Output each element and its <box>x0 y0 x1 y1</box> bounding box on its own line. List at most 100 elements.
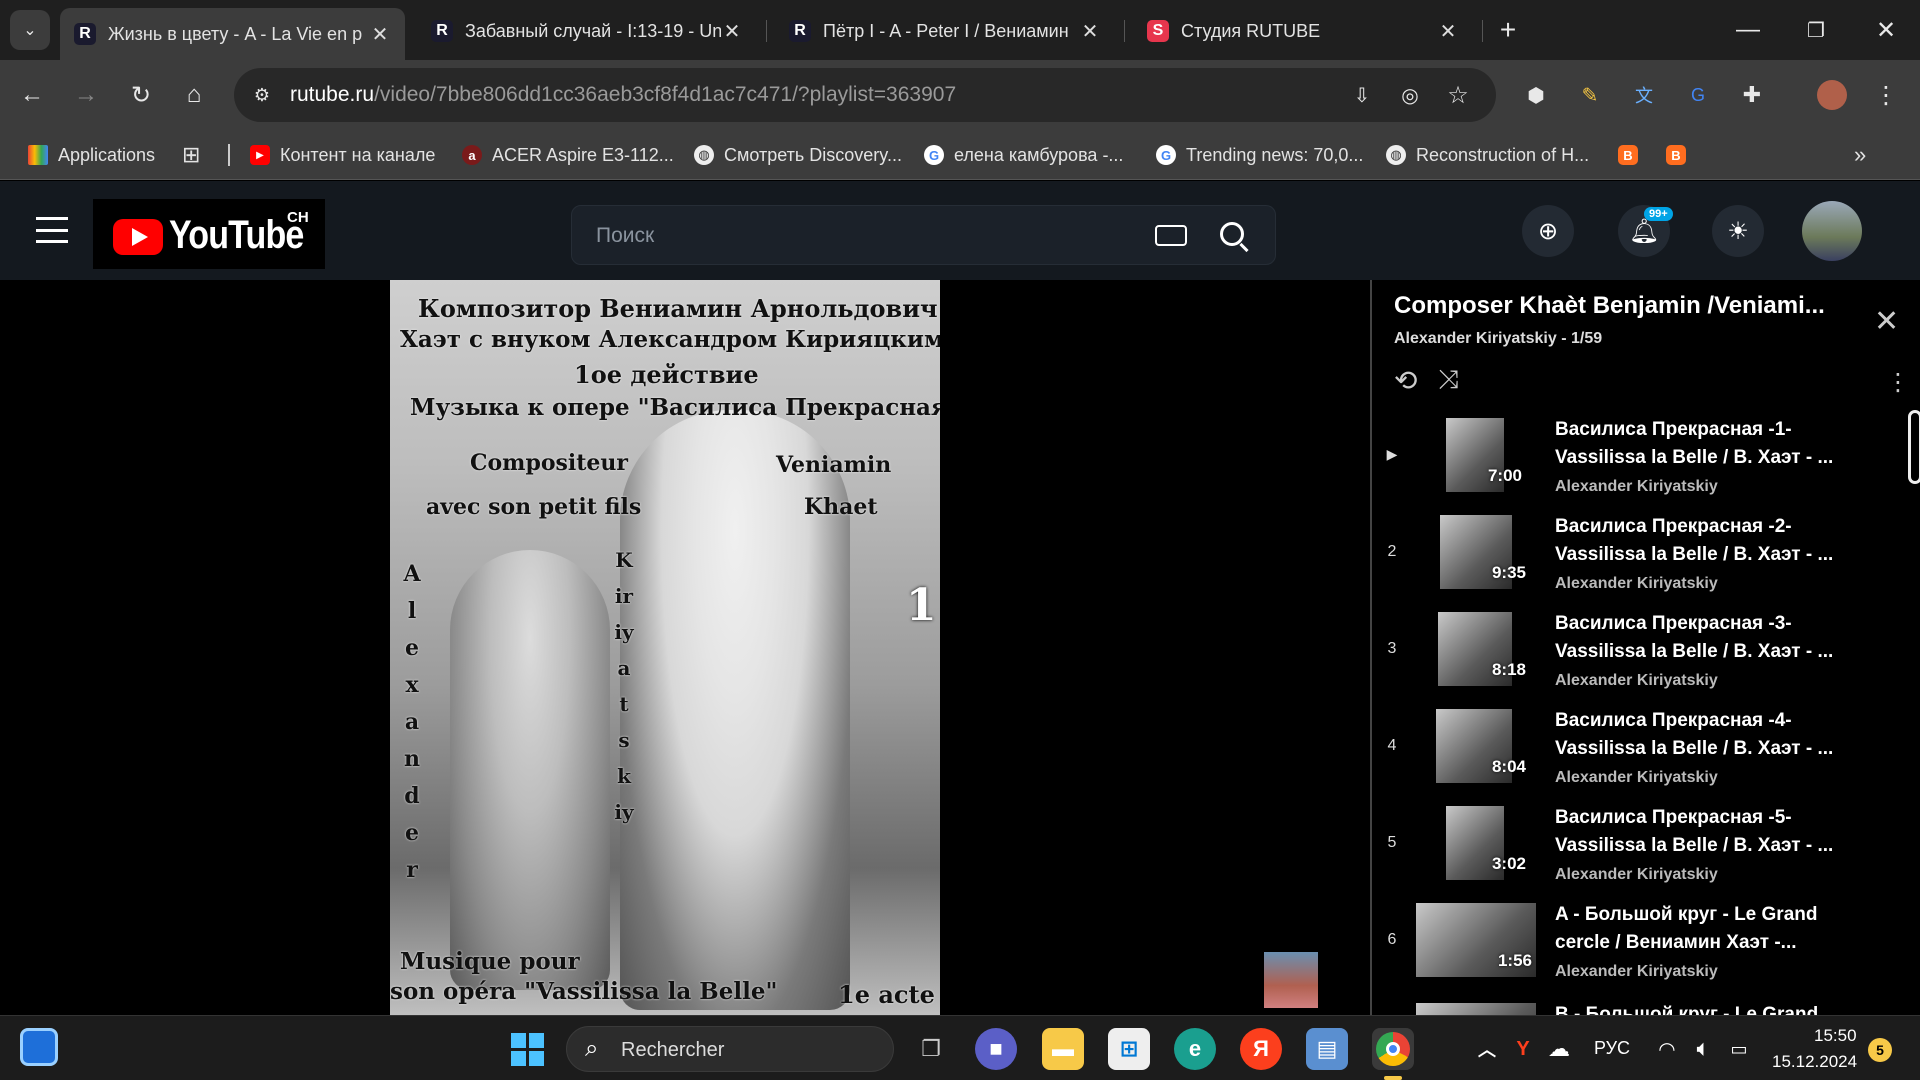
notification-count-badge[interactable]: 5 <box>1868 1038 1892 1062</box>
tab-la-vie-en-rose[interactable]: R Жизнь в цвету - A - La Vie en p ✕ <box>60 8 405 60</box>
overlay-line-3: 1ое действие <box>574 360 759 389</box>
eye-slash-icon[interactable]: ◎ <box>1392 77 1428 113</box>
video-frame[interactable]: Композитор Вениамин Арнольдович Хаэт с в… <box>390 280 940 1015</box>
home-icon[interactable]: ⌂ <box>176 77 212 113</box>
bookmark-blogger-1[interactable]: B <box>1618 142 1648 168</box>
playlist-more-icon[interactable]: ⋮ <box>1886 368 1910 397</box>
forward-arrow-icon[interactable]: → <box>68 77 104 113</box>
chrome-browser-icon[interactable] <box>1372 1028 1414 1070</box>
tab-separator <box>1482 20 1483 42</box>
remote-desktop-icon[interactable]: ▤ <box>1306 1028 1348 1070</box>
window-restore-icon[interactable]: ❐ <box>1798 12 1834 48</box>
microsoft-store-icon[interactable]: ⊞ <box>1108 1028 1150 1070</box>
clock-time[interactable]: 15:50 <box>1814 1026 1857 1046</box>
tab-peter-i[interactable]: R Пётр I - A - Peter I / Вениамин ✕ <box>775 8 1115 54</box>
playlist-item[interactable]: 3 8:18 Василиса Прекрасная -3- Vassiliss… <box>1372 610 1892 702</box>
bookmark-kontent[interactable]: ▶ Контент на канале <box>250 142 435 168</box>
playlist-item[interactable]: B - Большой круг - Le Grand <box>1372 1001 1892 1015</box>
google-icon: G <box>924 145 944 165</box>
close-icon[interactable]: ✕ <box>1079 19 1101 44</box>
window-minimize-icon[interactable]: — <box>1730 12 1766 48</box>
tab-studio-rutube[interactable]: S Студия RUTUBE ✕ <box>1133 8 1473 54</box>
overlay-vertical-right: Kiriyatskiy <box>614 548 634 824</box>
playlist-scrollbar[interactable] <box>1908 410 1920 484</box>
playlist-item[interactable]: 6 1:56 A - Большой круг - Le Grand cercl… <box>1372 901 1892 993</box>
extension-shield-icon[interactable]: ⬢ <box>1518 77 1554 113</box>
playlist-close-icon[interactable]: ✕ <box>1874 304 1899 339</box>
hamburger-menu-icon[interactable] <box>36 217 68 243</box>
task-view-icon[interactable]: ❐ <box>910 1028 952 1070</box>
item-thumbnail: 8:04 <box>1436 709 1526 783</box>
rutube-favicon-icon: R <box>431 20 453 42</box>
tab-title: Студия RUTUBE <box>1181 20 1321 41</box>
playlist-title[interactable]: Composer Khaèt Benjamin /Veniami... <box>1394 292 1825 320</box>
install-app-icon[interactable]: ⇩ <box>1344 77 1380 113</box>
tab-zabavny-sluchay[interactable]: R Забавный случай - I:13-19 - Un ✕ <box>417 8 757 54</box>
extension-translate-icon[interactable]: 文 <box>1626 77 1662 113</box>
new-tab-plus-icon[interactable]: + <box>1490 12 1526 48</box>
window-close-icon[interactable]: ✕ <box>1868 12 1904 48</box>
playlist-item[interactable]: 2 9:35 Василиса Прекрасная -2- Vassiliss… <box>1372 513 1892 605</box>
bookmark-discovery[interactable]: ◍ Смотреть Discovery... <box>694 142 902 168</box>
yandex-browser-icon[interactable]: Я <box>1240 1028 1282 1070</box>
channel-logo[interactable]: YouTube CH <box>93 199 325 269</box>
item-thumbnail: 9:35 <box>1440 515 1526 589</box>
search-box[interactable]: Поиск <box>571 205 1276 265</box>
taskbar-search-input[interactable]: Rechercher <box>621 1039 724 1062</box>
playlist-item[interactable]: ▶ 7:00 Василиса Прекрасная -1- Vassiliss… <box>1372 416 1892 508</box>
google-translate-icon[interactable]: G <box>1680 77 1716 113</box>
upload-plus-icon[interactable]: ⊕ <box>1522 205 1574 257</box>
notifications-bell-icon[interactable]: 🔔︎ 99+ <box>1618 205 1673 257</box>
item-channel: Alexander Kiriyatskiy <box>1555 575 1718 592</box>
close-icon[interactable]: ✕ <box>721 19 743 44</box>
video-player[interactable]: Композитор Вениамин Арнольдович Хаэт с в… <box>0 280 1370 1015</box>
search-icon[interactable] <box>1220 222 1249 253</box>
user-avatar[interactable] <box>1802 201 1862 261</box>
input-language[interactable]: РУС <box>1594 1038 1630 1059</box>
extensions-puzzle-icon[interactable]: ✚ <box>1734 77 1770 113</box>
bookmark-reconstruction[interactable]: ◍ Reconstruction of H... <box>1386 142 1589 168</box>
overlay-left-fr: Compositeur <box>470 450 629 476</box>
site-settings-icon[interactable]: ⚙ <box>244 77 280 113</box>
battery-icon[interactable]: ▭ <box>1718 1028 1760 1070</box>
edge-browser-icon[interactable]: e <box>1174 1028 1216 1070</box>
close-icon[interactable]: ✕ <box>369 22 391 47</box>
tab-title: Пётр I - A - Peter I / Вениамин <box>823 20 1069 41</box>
item-channel: Alexander Kiriyatskiy <box>1555 478 1718 495</box>
address-bar[interactable]: ⚙ rutube.ru/video/7bbe806dd1cc36aeb3cf8f… <box>234 68 1496 122</box>
more-bookmarks-chevron-icon[interactable]: » <box>1854 142 1866 168</box>
reload-icon[interactable]: ↻ <box>123 77 159 113</box>
clock-date[interactable]: 15.12.2024 <box>1772 1052 1857 1072</box>
url-path: /video/7bbe806dd1cc36aeb3cf8f4d1ac7c471/… <box>374 83 957 106</box>
windows-taskbar: ⌕ Rechercher ❐ ■ ▬ ⊞ e Я ▤ ︿ Y ☁ РУС ◠ 🔈… <box>0 1015 1920 1080</box>
search-input[interactable]: Поиск <box>596 224 654 248</box>
bookmark-trending-news[interactable]: G Trending news: 70,0... <box>1156 142 1363 168</box>
bookmark-blogger-2[interactable]: B <box>1666 142 1696 168</box>
weather-cloud-icon[interactable]: ☁ <box>1538 1028 1580 1070</box>
keyboard-icon[interactable] <box>1155 225 1187 246</box>
tab-search-chevron-icon[interactable]: ⌄ <box>10 10 50 50</box>
back-arrow-icon[interactable]: ← <box>14 77 50 113</box>
item-index: 5 <box>1387 834 1397 851</box>
loop-icon[interactable]: ⟲ <box>1394 364 1417 397</box>
shuffle-icon[interactable]: ⤨ <box>1438 364 1459 396</box>
bookmark-star-icon[interactable]: ☆ <box>1440 77 1476 113</box>
bookmark-kamburova[interactable]: G елена камбурова -... <box>924 142 1123 168</box>
playlist-item[interactable]: 5 3:02 Василиса Прекрасная -5- Vassiliss… <box>1372 804 1892 896</box>
teams-chat-icon[interactable]: ■ <box>975 1028 1017 1070</box>
file-explorer-icon[interactable]: ▬ <box>1042 1028 1084 1070</box>
taskbar-search-box[interactable]: ⌕ Rechercher <box>566 1026 894 1072</box>
windows-start-icon[interactable] <box>506 1028 548 1070</box>
theme-sun-icon[interactable]: ☀ <box>1712 205 1764 257</box>
bookmark-applications[interactable]: Applications <box>28 142 155 168</box>
browser-menu-icon[interactable]: ⋮ <box>1868 77 1904 113</box>
playlist-item[interactable]: 4 8:04 Василиса Прекрасная -4- Vassiliss… <box>1372 707 1892 799</box>
url-text[interactable]: rutube.ru/video/7bbe806dd1cc36aeb3cf8f4d… <box>290 83 956 107</box>
blogger-icon: B <box>1666 145 1686 165</box>
close-icon[interactable]: ✕ <box>1437 19 1459 44</box>
profile-avatar[interactable] <box>1814 77 1850 113</box>
bookmark-acer[interactable]: a ACER Aspire E3-112... <box>462 142 674 168</box>
tab-groups-icon[interactable]: ⊞ <box>182 142 200 168</box>
widgets-icon[interactable] <box>20 1028 58 1066</box>
extension-notes-icon[interactable]: ✎ <box>1572 77 1608 113</box>
